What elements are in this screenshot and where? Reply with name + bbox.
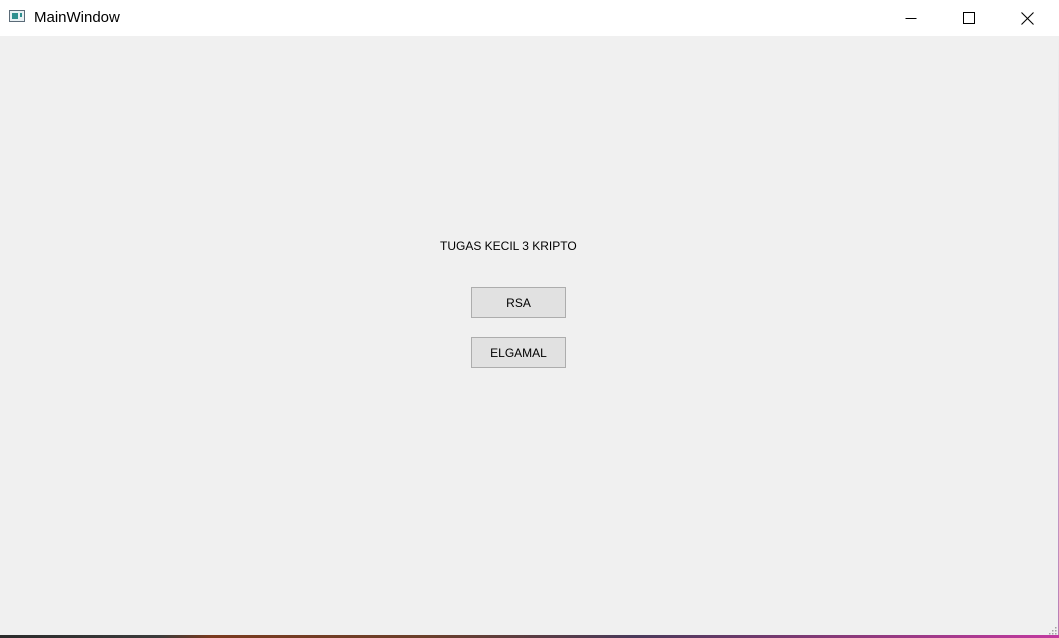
title-bar[interactable]: MainWindow <box>0 0 1059 36</box>
close-icon <box>1020 11 1034 25</box>
maximize-button[interactable] <box>940 0 998 36</box>
main-window: MainWindow TUGAS KECIL 3 KRIPTO RSA ELGA… <box>0 0 1059 638</box>
elgamal-button[interactable]: ELGAMAL <box>471 337 566 368</box>
window-title: MainWindow <box>34 9 120 26</box>
resize-grip-icon[interactable] <box>1047 625 1057 635</box>
app-window-icon[interactable] <box>9 10 25 22</box>
close-button[interactable] <box>998 0 1056 36</box>
rsa-button[interactable]: RSA <box>471 287 566 318</box>
main-heading: TUGAS KECIL 3 KRIPTO <box>440 239 577 253</box>
minimize-icon <box>905 18 917 19</box>
minimize-button[interactable] <box>882 0 940 36</box>
maximize-icon <box>963 12 975 24</box>
